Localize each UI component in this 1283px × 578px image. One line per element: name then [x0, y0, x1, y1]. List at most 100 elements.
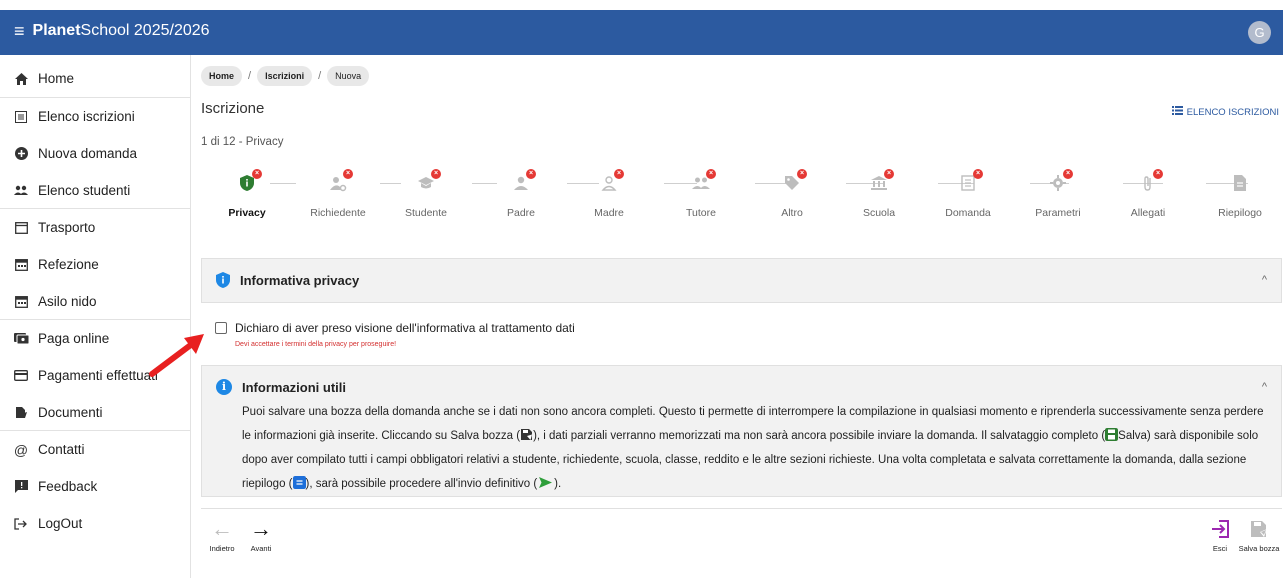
sidebar-item-trasporto[interactable]: Trasporto	[0, 209, 190, 246]
sidebar-item-label: Home	[38, 71, 75, 86]
sidebar-item-label: Elenco iscrizioni	[38, 109, 135, 124]
calendar-grid-icon	[12, 258, 30, 271]
sidebar-item-logout[interactable]: LogOut	[0, 505, 190, 542]
brand: ≡ PlanetSchool 2025/2026	[14, 22, 210, 40]
sidebar-item-refezione[interactable]: Refezione	[0, 246, 190, 283]
chevron-up-icon[interactable]: ^	[1262, 381, 1267, 393]
shield-info-icon	[216, 272, 230, 288]
step-label: Riepilogo	[1218, 207, 1262, 219]
sidebar-item-elenco-studenti[interactable]: Elenco studenti	[0, 172, 190, 209]
forward-button-label: Avanti	[250, 544, 272, 553]
save-draft-icon	[1236, 516, 1282, 544]
step-label: Privacy	[228, 207, 266, 219]
exit-button[interactable]: Esci	[1207, 516, 1233, 553]
sidebar-item-nuova-domanda[interactable]: Nuova domanda	[0, 135, 190, 172]
calendar-grid-icon	[12, 295, 30, 308]
error-badge-icon: ×	[431, 169, 441, 179]
arrow-right-icon: →	[250, 516, 272, 541]
info-text-part: ).	[554, 478, 562, 490]
payment-icon	[12, 333, 30, 344]
sidebar-item-label: Feedback	[38, 479, 98, 494]
sidebar-item-label: Pagamenti effettuati	[38, 368, 158, 383]
top-app-bar: ≡ PlanetSchool 2025/2026 G	[0, 10, 1283, 55]
sidebar-item-label: Refezione	[38, 257, 99, 272]
step-label: Studente	[404, 207, 448, 219]
info-panel: i Informazioni utili ^ Puoi salvare una …	[201, 365, 1282, 497]
step-privacy[interactable]: × Privacy	[210, 169, 284, 219]
sidebar-item-label: Elenco studenti	[38, 183, 131, 198]
send-icon	[539, 477, 553, 488]
step-label: Scuola	[862, 207, 896, 219]
privacy-checkbox-row[interactable]: Dichiaro di aver preso visione dell'info…	[215, 321, 575, 335]
breadcrumb-home[interactable]: Home	[201, 66, 243, 86]
privacy-checkbox[interactable]	[215, 322, 227, 334]
back-button[interactable]: ← Indietro	[203, 516, 241, 553]
sidebar-item-label: Contatti	[38, 442, 85, 457]
step-label: Allegati	[1130, 207, 1166, 219]
sidebar-item-asilo-nido[interactable]: Asilo nido	[0, 283, 190, 320]
step-allegati[interactable]: × Allegati	[1111, 169, 1185, 219]
error-badge-icon: ×	[526, 169, 536, 179]
red-arrow-annotation	[149, 334, 204, 377]
error-badge-icon: ×	[706, 169, 716, 179]
step-label: Domanda	[945, 207, 991, 219]
forward-button[interactable]: → Avanti	[244, 516, 278, 553]
sidebar-item-home[interactable]: Home	[0, 60, 190, 97]
info-icon: i	[216, 379, 232, 395]
step-riepilogo[interactable]: Riepilogo	[1203, 169, 1277, 219]
feedback-icon	[12, 480, 30, 493]
people-icon	[12, 185, 30, 196]
list-icon	[1171, 106, 1183, 118]
privacy-checkbox-label: Dichiaro di aver preso visione dell'info…	[235, 321, 575, 335]
step-altro[interactable]: × Altro	[755, 169, 829, 219]
sidebar-item-label: Nuova domanda	[38, 146, 138, 161]
privacy-panel-header[interactable]: Informativa privacy ^	[201, 258, 1282, 303]
sidebar-item-label: Trasporto	[38, 220, 96, 235]
save-draft-button[interactable]: Salva bozza	[1236, 516, 1282, 553]
sidebar: Home Elenco iscrizioni Nuova domanda Ele…	[0, 55, 191, 578]
info-text-part: ), sarà possibile procedere all'invio de…	[305, 478, 538, 490]
home-icon	[12, 72, 30, 85]
step-richiedente[interactable]: × Richiedente	[301, 169, 375, 219]
error-badge-icon: ×	[1153, 169, 1163, 179]
step-parametri[interactable]: × Parametri	[1021, 169, 1095, 219]
error-badge-icon: ×	[973, 169, 983, 179]
error-badge-icon: ×	[884, 169, 894, 179]
step-label: Tutore	[686, 207, 716, 219]
chevron-up-icon[interactable]: ^	[1262, 274, 1267, 286]
step-label: Parametri	[1035, 207, 1081, 219]
step-padre[interactable]: × Padre	[484, 169, 558, 219]
step-domanda[interactable]: × Domanda	[931, 169, 1005, 219]
elenco-iscrizioni-link[interactable]: ELENCO ISCRIZIONI	[1171, 106, 1279, 118]
privacy-panel-title: Informativa privacy	[240, 272, 360, 288]
divider	[201, 508, 1282, 509]
menu-icon[interactable]: ≡	[14, 22, 25, 40]
add-circle-icon	[12, 147, 30, 160]
info-text-part: ), i dati parziali verranno memorizzati …	[533, 430, 1106, 442]
elenco-iscrizioni-label: ELENCO ISCRIZIONI	[1186, 106, 1279, 118]
error-badge-icon: ×	[252, 169, 262, 179]
sidebar-item-contatti[interactable]: @ Contatti	[0, 431, 190, 468]
save-draft-icon	[521, 429, 533, 440]
step-madre[interactable]: × Madre	[572, 169, 646, 219]
error-badge-icon: ×	[614, 169, 624, 179]
breadcrumb-separator: /	[318, 70, 322, 82]
error-badge-icon: ×	[1063, 169, 1073, 179]
sidebar-item-feedback[interactable]: Feedback	[0, 468, 190, 505]
sidebar-item-documenti[interactable]: Documenti	[0, 394, 190, 431]
step-counter: 1 di 12 - Privacy	[201, 136, 284, 148]
arrow-left-icon: ←	[211, 516, 233, 541]
step-scuola[interactable]: × Scuola	[842, 169, 916, 219]
at-icon: @	[13, 441, 29, 458]
step-tutore[interactable]: × Tutore	[664, 169, 738, 219]
breadcrumb-iscrizioni[interactable]: Iscrizioni	[257, 66, 313, 86]
info-panel-text: Puoi salvare una bozza della domanda anc…	[242, 400, 1272, 496]
avatar[interactable]: G	[1248, 21, 1271, 44]
step-studente[interactable]: × Studente	[389, 169, 463, 219]
brand-bold: Planet	[32, 22, 81, 39]
sidebar-item-label: Paga online	[38, 331, 110, 346]
sidebar-item-elenco-iscrizioni[interactable]: Elenco iscrizioni	[0, 98, 190, 135]
save-draft-button-label: Salva bozza	[1238, 544, 1280, 553]
privacy-error-message: Devi accettare i termini della privacy p…	[235, 341, 397, 348]
sidebar-item-label: LogOut	[38, 516, 83, 531]
